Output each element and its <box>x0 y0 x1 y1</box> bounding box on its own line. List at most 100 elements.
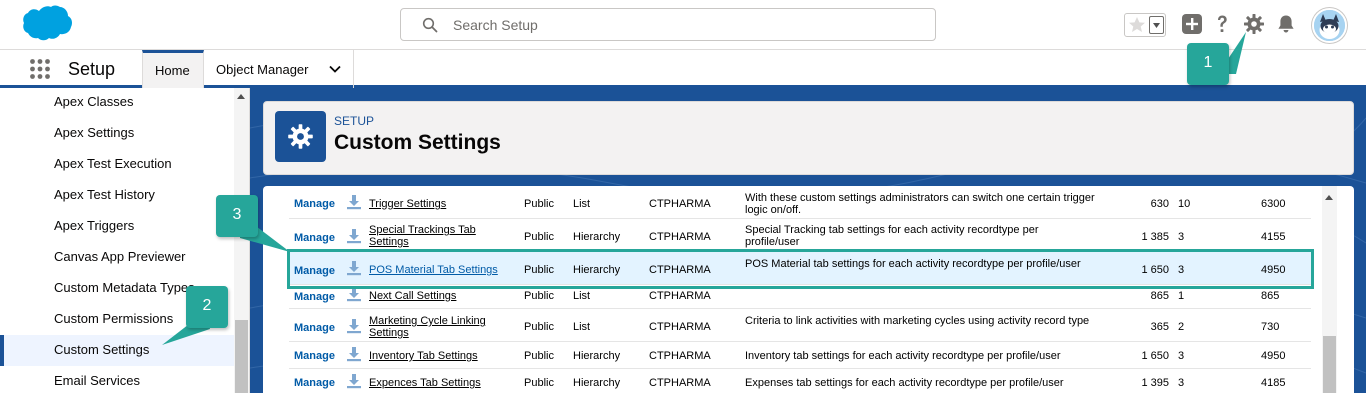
avatar[interactable] <box>1312 8 1347 43</box>
size-cell: 1 395 <box>1141 377 1169 389</box>
setting-name-link[interactable]: Marketing Cycle Linking Settings <box>369 315 509 339</box>
namespace-cell: CTPHARMA <box>649 231 711 243</box>
sidebar-item-apex-test-history[interactable]: Apex Test History <box>0 180 234 211</box>
sidebar-item-label: Custom Settings <box>54 342 150 357</box>
sidebar-item-apex-settings[interactable]: Apex Settings <box>0 118 234 149</box>
namespace-cell: CTPHARMA <box>649 377 711 389</box>
total-cell: 6300 <box>1261 198 1286 210</box>
tab-home-label: Home <box>155 63 190 78</box>
app-name: Setup <box>68 59 116 79</box>
size-cell: 1 385 <box>1141 231 1169 243</box>
records-cell: 3 <box>1178 350 1185 362</box>
sidebar-item-label: Apex Test Execution <box>54 156 172 171</box>
star-icon[interactable] <box>1127 15 1147 35</box>
app-navigation-bar: Setup Home Object Manager <box>0 50 1366 88</box>
setting-type-cell: List <box>573 290 591 302</box>
description-cell: Inventory tab settings for each activity… <box>745 350 1061 362</box>
download-icon[interactable] <box>346 318 362 334</box>
sidebar-item-apex-triggers[interactable]: Apex Triggers <box>0 211 234 242</box>
table-row: Manage Expences Tab Settings Public Hier… <box>289 369 1311 393</box>
records-cell: 3 <box>1178 231 1185 243</box>
manage-link[interactable]: Manage <box>294 232 335 244</box>
namespace-cell: CTPHARMA <box>649 198 711 210</box>
gear-icon <box>288 124 313 149</box>
download-icon[interactable] <box>346 194 362 210</box>
setting-name-link[interactable]: Next Call Settings <box>369 290 456 302</box>
visibility-cell: Public <box>524 377 554 389</box>
setup-badge <box>275 111 326 162</box>
download-icon[interactable] <box>346 228 362 244</box>
setting-name-link[interactable]: Expences Tab Settings <box>369 377 481 389</box>
sidebar-item-label: Apex Settings <box>54 125 135 140</box>
page-eyebrow: SETUP <box>334 114 375 128</box>
total-cell: 4185 <box>1261 377 1286 389</box>
sidebar-item-label: Apex Test History <box>54 187 155 202</box>
scroll-up-arrow-icon[interactable] <box>237 94 245 99</box>
manage-link[interactable]: Manage <box>294 291 335 303</box>
callout-3-label: 3 <box>232 206 242 223</box>
setting-type-cell: Hierarchy <box>573 350 621 362</box>
records-cell: 10 <box>1178 198 1191 210</box>
setting-type-cell: List <box>573 321 591 333</box>
records-cell: 3 <box>1178 377 1185 389</box>
setting-type-cell: Hierarchy <box>573 377 621 389</box>
size-cell: 630 <box>1150 198 1169 210</box>
sidebar-item-apex-classes[interactable]: Apex Classes <box>0 88 234 118</box>
records-cell: 1 <box>1178 290 1185 302</box>
highlight-frame <box>287 249 1314 289</box>
download-icon[interactable] <box>346 373 362 389</box>
total-cell: 4155 <box>1261 231 1286 243</box>
manage-link[interactable]: Manage <box>294 350 335 362</box>
custom-settings-table: Manage Trigger Settings Public List CTPH… <box>289 188 1311 393</box>
page-title: Custom Settings <box>334 131 501 154</box>
table-row: Manage Inventory Tab Settings Public Hie… <box>289 342 1311 369</box>
manage-link[interactable]: Manage <box>294 198 335 210</box>
scrollbar-thumb[interactable] <box>1323 336 1336 393</box>
chevron-down-icon[interactable] <box>328 62 342 76</box>
tab-object-manager-label: Object Manager <box>216 62 309 77</box>
callout-2: 2 <box>186 286 228 328</box>
tab-object-manager[interactable]: Object Manager <box>204 50 354 88</box>
setting-name-link[interactable]: Trigger Settings <box>369 198 446 210</box>
total-cell: 865 <box>1261 290 1280 302</box>
sidebar-item-label: Email Services <box>54 373 140 388</box>
scrollbar-thumb[interactable] <box>235 320 248 393</box>
size-cell: 1 650 <box>1141 350 1169 362</box>
total-cell: 730 <box>1261 321 1280 333</box>
records-cell: 2 <box>1178 321 1185 333</box>
manage-link[interactable]: Manage <box>294 322 335 334</box>
table-row: Manage Marketing Cycle Linking Settings … <box>289 309 1311 342</box>
description-cell: Expenses tab settings for each activity … <box>745 377 1064 389</box>
size-cell: 365 <box>1150 321 1169 333</box>
table-row: Manage Trigger Settings Public List CTPH… <box>289 188 1311 219</box>
sidebar-item-email-services[interactable]: Email Services <box>0 366 234 393</box>
chevron-down-icon <box>1153 23 1160 28</box>
search-placeholder: Search Setup <box>453 17 538 33</box>
salesforce-cloud-logo[interactable] <box>14 5 74 45</box>
search-input[interactable]: Search Setup <box>400 8 936 41</box>
sidebar-item-canvas-app-previewer[interactable]: Canvas App Previewer <box>0 242 234 273</box>
namespace-cell: CTPHARMA <box>649 321 711 333</box>
setting-name-link[interactable]: Inventory Tab Settings <box>369 350 478 362</box>
callout-1-label: 1 <box>1203 54 1213 71</box>
app-launcher-icon[interactable] <box>29 58 51 80</box>
search-icon <box>422 17 438 33</box>
scroll-up-arrow-icon[interactable] <box>1325 195 1333 200</box>
favorites-menu-button[interactable] <box>1149 16 1164 34</box>
callout-1: 1 <box>1187 43 1229 85</box>
content-scrollbar[interactable] <box>1322 186 1337 393</box>
manage-link[interactable]: Manage <box>294 377 335 389</box>
bell-icon[interactable] <box>1275 13 1297 35</box>
table-row: Manage Special Trackings Tab Settings Pu… <box>289 219 1311 251</box>
callout-2-label: 2 <box>202 297 212 314</box>
favorites-button-group[interactable] <box>1124 13 1166 37</box>
sidebar-item-apex-test-execution[interactable]: Apex Test Execution <box>0 149 234 180</box>
description-cell: Special Tracking tab settings for each a… <box>745 224 1039 248</box>
setting-name-link[interactable]: Special Trackings Tab Settings <box>369 224 499 248</box>
astro-avatar-icon <box>1314 10 1345 41</box>
callout-3: 3 <box>216 195 258 237</box>
sidebar-item-label: Apex Classes <box>54 94 134 109</box>
download-icon[interactable] <box>346 346 362 362</box>
page-header: SETUP Custom Settings <box>263 101 1354 175</box>
tab-home[interactable]: Home <box>142 50 204 88</box>
